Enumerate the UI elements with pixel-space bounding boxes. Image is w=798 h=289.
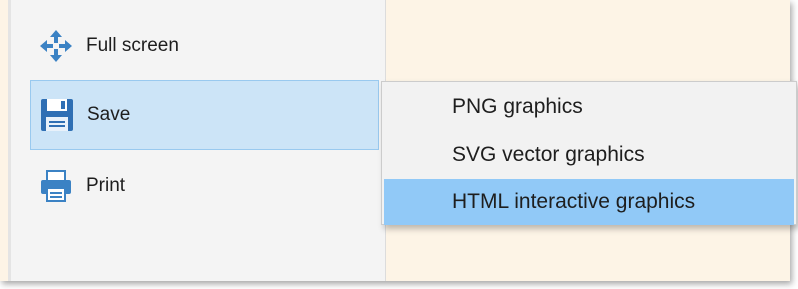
print-menu-item[interactable]: Print bbox=[30, 156, 379, 216]
svg-vector-graphics-option[interactable]: SVG vector graphics bbox=[384, 132, 794, 178]
save-label: Save bbox=[87, 104, 131, 125]
full-screen-label: Full screen bbox=[86, 35, 179, 56]
full-screen-menu-item[interactable]: Full screen bbox=[30, 16, 379, 76]
printer-icon bbox=[36, 166, 76, 206]
save-submenu: PNG graphics SVG vector graphics HTML in… bbox=[381, 81, 797, 225]
print-label: Print bbox=[86, 175, 126, 196]
svg-vector-graphics-label: SVG vector graphics bbox=[452, 143, 645, 166]
png-graphics-label: PNG graphics bbox=[452, 95, 583, 118]
save-menu-item[interactable]: Save bbox=[30, 80, 379, 150]
html-interactive-graphics-option[interactable]: HTML interactive graphics bbox=[384, 179, 794, 225]
floppy-disk-icon bbox=[37, 95, 77, 135]
png-graphics-option[interactable]: PNG graphics bbox=[384, 84, 794, 130]
html-interactive-graphics-label: HTML interactive graphics bbox=[452, 190, 696, 213]
move-arrows-icon bbox=[36, 26, 76, 66]
